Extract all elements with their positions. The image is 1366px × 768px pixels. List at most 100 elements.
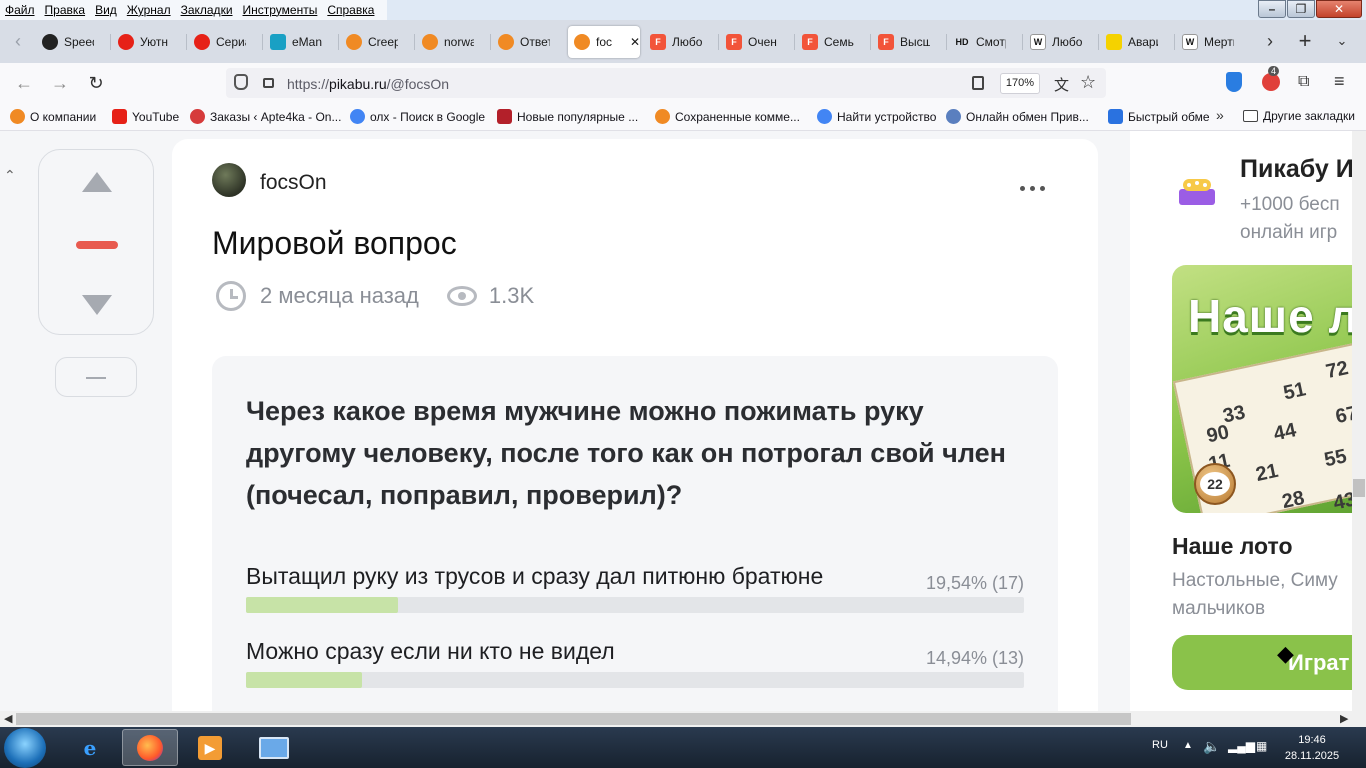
right-sidebar: Пикабу И +1000 бесп онлайн игр Наше л 72… — [1130, 131, 1352, 711]
translate-icon[interactable]: 文 — [1054, 74, 1069, 95]
back-button[interactable]: ← — [12, 71, 36, 95]
vertical-scrollbar[interactable] — [1352, 131, 1366, 711]
poll-option[interactable]: Можно сразу если ни кто не видел 14,94% … — [246, 638, 1024, 698]
horizontal-scrollbar-thumb[interactable] — [16, 713, 1131, 725]
menu-item[interactable]: Справка — [322, 0, 379, 20]
tab[interactable]: norwa — [416, 26, 488, 58]
tab[interactable]: Уютн — [112, 26, 184, 58]
bookmark-item[interactable]: О компании — [10, 109, 96, 124]
menu-item[interactable]: Журнал — [122, 0, 176, 20]
tab[interactable]: Авари — [1100, 26, 1172, 58]
tab[interactable]: F Высш — [872, 26, 944, 58]
author-name[interactable]: focsOn — [260, 171, 327, 195]
adguard-icon[interactable] — [1226, 72, 1242, 92]
tab[interactable]: Creep — [340, 26, 412, 58]
menu-item[interactable]: Вид — [90, 0, 122, 20]
url-text[interactable]: https://pikabu.ru/@focsOn — [287, 76, 449, 92]
close-tab-icon[interactable]: ✕ — [630, 35, 640, 49]
action-center-icon[interactable]: ▦ — [1256, 739, 1267, 768]
more-bookmarks-chevron-icon[interactable]: » — [1216, 107, 1224, 123]
fb-icon: F — [726, 34, 742, 50]
maximize-button[interactable]: ❐ — [1287, 0, 1315, 18]
volume-icon[interactable]: 🔈 — [1203, 738, 1220, 768]
horizontal-scrollbar[interactable]: ◀ ▶ — [0, 711, 1366, 727]
new-tab-button[interactable]: + — [1293, 29, 1317, 53]
firefox-icon[interactable] — [122, 729, 178, 766]
media-player-icon[interactable]: ▶ — [182, 729, 238, 766]
downvote-arrow-icon[interactable] — [82, 295, 112, 315]
extension-avira-icon[interactable]: 4 — [1262, 66, 1280, 91]
reload-button[interactable]: ↻ — [84, 71, 108, 95]
vertical-scrollbar-thumb[interactable] — [1353, 479, 1365, 497]
menu-item[interactable]: Инструменты — [238, 0, 323, 20]
tab-separator — [946, 34, 947, 50]
scroll-right-arrow-icon[interactable]: ▶ — [1340, 712, 1348, 725]
tab[interactable]: F Любо — [644, 26, 716, 58]
poll-option[interactable]: Вытащил руку из трусов и сразу дал питюн… — [246, 563, 1024, 623]
zoom-level[interactable]: 170% — [1000, 73, 1040, 94]
bookmark-item[interactable]: Заказы ‹ Apte4ka - On... — [190, 109, 341, 124]
tab[interactable]: W Мертв — [1176, 26, 1248, 58]
list-all-tabs-icon[interactable]: ⌄ — [1330, 29, 1354, 53]
tab[interactable]: F Семь — [796, 26, 868, 58]
tab[interactable]: W Любо — [1024, 26, 1096, 58]
post-title[interactable]: Мировой вопрос — [212, 225, 457, 262]
tabs-scroll-right-icon[interactable]: › — [1258, 29, 1282, 53]
reader-view-icon[interactable] — [972, 76, 984, 90]
tab[interactable]: eMan — [264, 26, 336, 58]
tab[interactable]: Ответ — [492, 26, 564, 58]
menu-item[interactable]: Файл — [0, 0, 40, 20]
language-indicator[interactable]: RU — [1152, 739, 1168, 768]
bookmark-star-icon[interactable]: ☆ — [1080, 72, 1096, 93]
tab-active[interactable]: foc ✕ — [568, 26, 640, 58]
bookmark-item[interactable]: YouTube — [112, 109, 179, 124]
play-button[interactable]: Играт — [1172, 635, 1352, 690]
tab-title: Очен — [748, 35, 777, 49]
post-views: 1.3K — [488, 283, 535, 308]
menu-item[interactable]: Закладки — [176, 0, 238, 20]
tray-expand-icon[interactable]: ▲ — [1183, 740, 1193, 768]
rating-minus-icon[interactable] — [76, 241, 118, 249]
collapse-post-button[interactable] — [55, 357, 137, 397]
minimize-button[interactable]: – — [1258, 0, 1286, 18]
collapse-up-icon[interactable]: ⌃ — [4, 167, 16, 184]
tab-separator — [262, 34, 263, 50]
menu-item[interactable]: Правка — [40, 0, 91, 20]
system-clock[interactable]: 19:46 28.11.2025 — [1280, 732, 1344, 764]
scroll-left-arrow-icon[interactable]: ◀ — [4, 712, 12, 725]
tab[interactable]: HD Смотр — [948, 26, 1020, 58]
forward-button[interactable]: → — [48, 71, 72, 95]
lock-icon[interactable] — [263, 78, 274, 88]
bookmark-item[interactable]: Быстрый обме — [1108, 109, 1210, 124]
tab-title: Уютн — [140, 35, 168, 49]
network-signal-icon[interactable]: ▂▄▆ — [1228, 739, 1255, 768]
tabs-scroll-left-icon[interactable]: ‹ — [6, 29, 30, 53]
apte4ka-icon — [190, 109, 205, 124]
game-name[interactable]: Наше лото — [1172, 533, 1293, 560]
upvote-arrow-icon[interactable] — [82, 172, 112, 192]
close-window-button[interactable]: ✕ — [1316, 0, 1362, 18]
avatar[interactable] — [212, 163, 246, 197]
bookmark-item[interactable]: Другие закладки — [1243, 109, 1355, 123]
tab[interactable]: Сериа — [188, 26, 260, 58]
remote-desktop-icon[interactable] — [246, 729, 302, 766]
bookmark-item[interactable]: Найти устройство — [817, 109, 936, 124]
internet-explorer-icon[interactable]: e — [62, 729, 118, 766]
extensions-puzzle-icon[interactable]: ⧉ — [1298, 73, 1309, 91]
bookmarks-bar: » О компании YouTube Заказы ‹ Apte4ka - On… — [0, 103, 1366, 131]
more-options-icon[interactable] — [1020, 186, 1045, 191]
games-title[interactable]: Пикабу И — [1240, 155, 1352, 184]
url-bar[interactable]: https://pikabu.ru/@focsOn 170% 文 ☆ — [226, 68, 1106, 98]
bookmark-item[interactable]: Сохраненные комме... — [655, 109, 800, 124]
game-banner-image[interactable]: Наше л 723351446711215528436990 22 — [1172, 265, 1352, 513]
hamburger-menu-icon[interactable]: ≡ — [1334, 71, 1345, 92]
tab-separator — [110, 34, 111, 50]
bookmark-item[interactable]: Новые популярные ... — [497, 109, 638, 124]
shield-icon[interactable] — [234, 74, 248, 90]
tab-separator — [718, 34, 719, 50]
tab[interactable]: F Очен — [720, 26, 792, 58]
tab[interactable]: Speed — [36, 26, 108, 58]
bookmark-item[interactable]: олх - Поиск в Google — [350, 109, 485, 124]
start-button[interactable] — [4, 728, 46, 768]
bookmark-item[interactable]: Онлайн обмен Прив... — [946, 109, 1089, 124]
